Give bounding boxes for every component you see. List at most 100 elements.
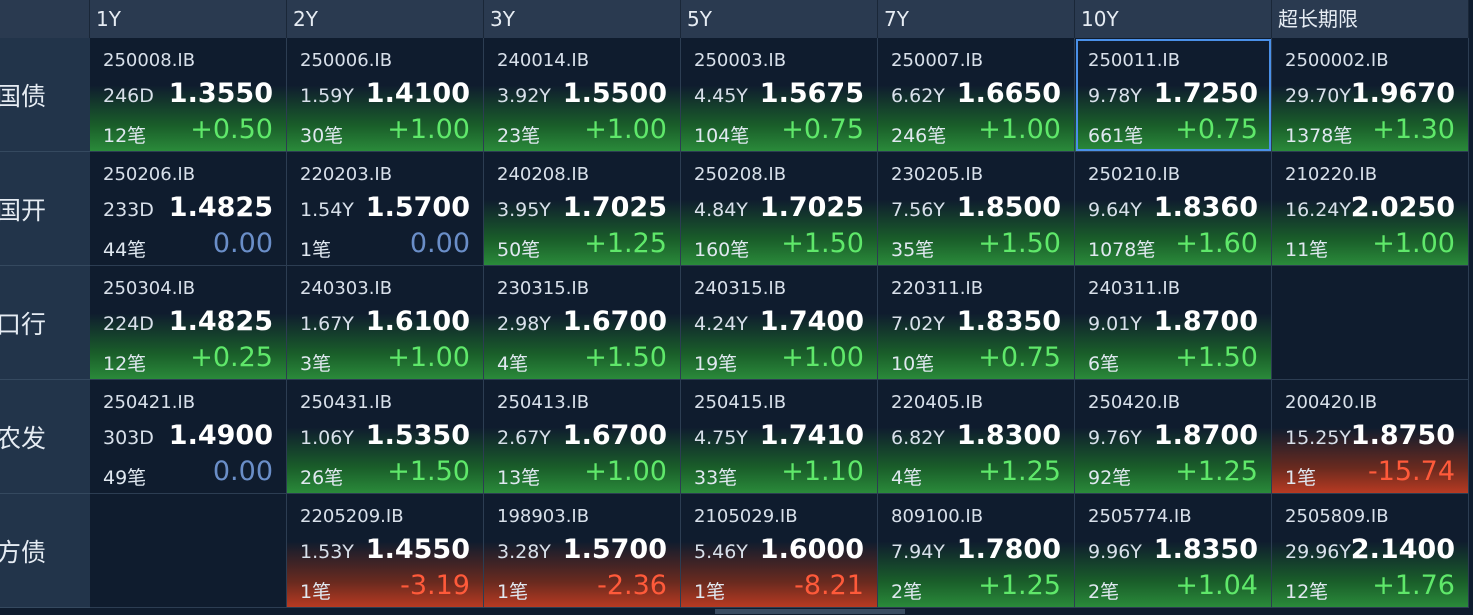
quote-cell[interactable]: 250011.IB 9.78Y 1.7250 661笔 +0.75: [1075, 38, 1272, 152]
yield-price: 1.6650: [956, 78, 1061, 109]
bond-code: 210220.IB: [1285, 164, 1378, 185]
tenor: 9.01Y: [1088, 313, 1142, 335]
quote-cell[interactable]: 250413.IB 2.67Y 1.6700 13笔 +1.00: [484, 380, 681, 494]
quote-cell[interactable]: 250206.IB 233D 1.4825 44笔 0.00: [90, 152, 287, 266]
yield-price: 1.6000: [759, 534, 864, 565]
yield-price: 1.7800: [956, 534, 1061, 565]
yield-price: 1.8700: [1153, 420, 1258, 451]
column-header-7y[interactable]: 7Y: [878, 0, 1075, 38]
trade-count: 44笔: [103, 239, 147, 261]
bond-code: 240014.IB: [497, 50, 590, 71]
bond-code: 220203.IB: [300, 164, 393, 185]
quote-cell[interactable]: 250210.IB 9.64Y 1.8360 1078笔 +1.60: [1075, 152, 1272, 266]
quote-cell[interactable]: 240208.IB 3.95Y 1.7025 50笔 +1.25: [484, 152, 681, 266]
yield-change: +1.25: [584, 228, 667, 259]
yield-change: +1.04: [1175, 570, 1258, 601]
quote-cell[interactable]: 200420.IB 15.25Y 1.8750 1笔 -15.74: [1272, 380, 1469, 494]
quote-cell[interactable]: 2105029.IB 5.46Y 1.6000 1笔 -8.21: [681, 494, 878, 608]
quote-cell[interactable]: 2505809.IB 29.96Y 2.1400 12笔 +1.76: [1272, 494, 1469, 608]
quote-cell[interactable]: 230315.IB 2.98Y 1.6700 4笔 +1.50: [484, 266, 681, 380]
quote-cell[interactable]: 250304.IB 224D 1.4825 12笔 +0.25: [90, 266, 287, 380]
yield-change: +1.60: [1175, 228, 1258, 259]
bond-code: 240303.IB: [300, 278, 393, 299]
quote-cell[interactable]: 2205209.IB 1.53Y 1.4550 1笔 -3.19: [287, 494, 484, 608]
quote-cell[interactable]: 250420.IB 9.76Y 1.8700 92笔 +1.25: [1075, 380, 1272, 494]
yield-change: +0.25: [190, 342, 273, 373]
empty-quote-cell: [1272, 266, 1469, 380]
column-header-5y[interactable]: 5Y: [681, 0, 878, 38]
quote-cell[interactable]: 220405.IB 6.82Y 1.8300 4笔 +1.25: [878, 380, 1075, 494]
quote-cell[interactable]: 230205.IB 7.56Y 1.8500 35笔 +1.50: [878, 152, 1075, 266]
column-header-ultra-long[interactable]: 超长期限: [1272, 0, 1469, 38]
bond-code: 2205209.IB: [300, 506, 404, 527]
quote-cell[interactable]: 240315.IB 4.24Y 1.7400 19笔 +1.00: [681, 266, 878, 380]
trade-count: 11笔: [1285, 239, 1329, 261]
quote-cell[interactable]: 210220.IB 16.24Y 2.0250 11笔 +1.00: [1272, 152, 1469, 266]
quote-cell[interactable]: 250431.IB 1.06Y 1.5350 26笔 +1.50: [287, 380, 484, 494]
quote-cell[interactable]: 250007.IB 6.62Y 1.6650 246笔 +1.00: [878, 38, 1075, 152]
yield-price: 1.8360: [1153, 192, 1258, 223]
trade-count: 1笔: [300, 239, 332, 261]
quote-cell[interactable]: 250208.IB 4.84Y 1.7025 160笔 +1.50: [681, 152, 878, 266]
yield-change: +0.75: [978, 342, 1061, 373]
trade-count: 92笔: [1088, 467, 1132, 489]
tenor: 9.64Y: [1088, 199, 1142, 221]
quote-cell[interactable]: 220311.IB 7.02Y 1.8350 10笔 +0.75: [878, 266, 1075, 380]
bond-code: 250304.IB: [103, 278, 196, 299]
bond-code: 250007.IB: [891, 50, 984, 71]
tenor: 3.28Y: [497, 541, 551, 563]
quote-cell[interactable]: 240311.IB 9.01Y 1.8700 6笔 +1.50: [1075, 266, 1272, 380]
column-header-3y[interactable]: 3Y: [484, 0, 681, 38]
yield-price: 1.7400: [759, 306, 864, 337]
tenor: 2.67Y: [497, 427, 551, 449]
quote-cell[interactable]: 809100.IB 7.94Y 1.7800 2笔 +1.25: [878, 494, 1075, 608]
trade-count: 50笔: [497, 239, 541, 261]
quote-cell[interactable]: 240014.IB 3.92Y 1.5500 23笔 +1.00: [484, 38, 681, 152]
tenor: 4.45Y: [694, 85, 748, 107]
yield-price: 1.5700: [562, 534, 667, 565]
trade-count: 1笔: [497, 581, 529, 603]
yield-change: +1.00: [978, 114, 1061, 145]
row-label: 国开: [0, 152, 90, 266]
yield-change: -3.19: [400, 570, 470, 601]
column-header-2y[interactable]: 2Y: [287, 0, 484, 38]
quote-cell[interactable]: 2505774.IB 9.96Y 1.8350 2笔 +1.04: [1075, 494, 1272, 608]
tenor: 15.25Y: [1285, 427, 1351, 449]
yield-change: +1.50: [1175, 342, 1258, 373]
bond-code: 250006.IB: [300, 50, 393, 71]
yield-price: 1.8700: [1153, 306, 1258, 337]
quote-cell[interactable]: 250006.IB 1.59Y 1.4100 30笔 +1.00: [287, 38, 484, 152]
yield-change: +1.50: [584, 342, 667, 373]
tenor: 4.84Y: [694, 199, 748, 221]
trade-count: 2笔: [891, 581, 923, 603]
bond-code: 2105029.IB: [694, 506, 798, 527]
quote-cell[interactable]: 220203.IB 1.54Y 1.5700 1笔 0.00: [287, 152, 484, 266]
quote-cell[interactable]: 250421.IB 303D 1.4900 49笔 0.00: [90, 380, 287, 494]
yield-change: +1.25: [978, 570, 1061, 601]
tenor: 9.76Y: [1088, 427, 1142, 449]
scrollbar-thumb[interactable]: [715, 609, 905, 614]
quote-cell[interactable]: 250003.IB 4.45Y 1.5675 104笔 +0.75: [681, 38, 878, 152]
tenor: 1.06Y: [300, 427, 354, 449]
yield-price: 1.9670: [1350, 78, 1455, 109]
yield-price: 2.0250: [1350, 192, 1455, 223]
quote-cell[interactable]: 240303.IB 1.67Y 1.6100 3笔 +1.00: [287, 266, 484, 380]
trade-count: 19笔: [694, 353, 738, 375]
quote-cell[interactable]: 250008.IB 246D 1.3550 12笔 +0.50: [90, 38, 287, 152]
yield-change: +1.25: [1175, 456, 1258, 487]
quote-cell[interactable]: 2500002.IB 29.70Y 1.9670 1378笔 +1.30: [1272, 38, 1469, 152]
tenor: 6.82Y: [891, 427, 945, 449]
quote-cell[interactable]: 198903.IB 3.28Y 1.5700 1笔 -2.36: [484, 494, 681, 608]
bond-code: 250008.IB: [103, 50, 196, 71]
yield-price: 1.8500: [956, 192, 1061, 223]
bond-code: 2505809.IB: [1285, 506, 1389, 527]
column-header-10y[interactable]: 10Y: [1075, 0, 1272, 38]
column-header-1y[interactable]: 1Y: [90, 0, 287, 38]
quote-cell[interactable]: 250415.IB 4.75Y 1.7410 33笔 +1.10: [681, 380, 878, 494]
tenor: 7.56Y: [891, 199, 945, 221]
bond-code: 250415.IB: [694, 392, 787, 413]
horizontal-scrollbar[interactable]: [0, 608, 1469, 615]
yield-price: 1.5350: [365, 420, 470, 451]
yield-price: 1.8300: [956, 420, 1061, 451]
tenor: 2.98Y: [497, 313, 551, 335]
